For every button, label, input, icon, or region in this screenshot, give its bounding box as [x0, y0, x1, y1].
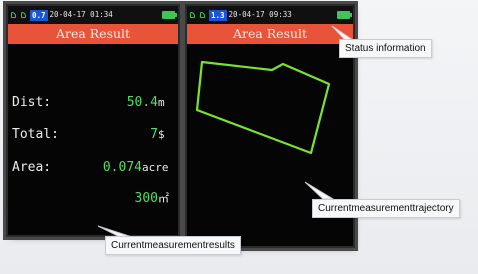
- total-row: Total: 7 $: [8, 126, 178, 144]
- datetime-text: 20-04-17 01:34: [49, 10, 113, 19]
- distance-value: 50.4: [126, 95, 158, 110]
- total-label: Total:: [12, 127, 59, 142]
- area-value: 0.074: [102, 160, 142, 175]
- trajectory-callout: Currentmeasurementtrajectory: [312, 199, 460, 218]
- area-sqm-value: 300: [134, 191, 158, 206]
- results-screen: 0.7 20-04-17 01:34 Area Result Dist: 50.…: [8, 6, 178, 235]
- area-sqm-unit: ㎡: [158, 192, 169, 205]
- area-label: Area:: [12, 160, 52, 175]
- results-callout: Currentmeasurementresults: [105, 236, 241, 255]
- battery-icon: [162, 11, 177, 19]
- screen-title: Area Result: [8, 24, 178, 44]
- distance-label: Dist:: [12, 95, 52, 110]
- total-unit: $: [158, 128, 165, 141]
- satellite-signal-icon: [20, 11, 28, 20]
- satellite-icon: [10, 11, 18, 20]
- status-bar: 0.7 20-04-17 01:34: [8, 6, 178, 24]
- measurement-trajectory-polygon: [195, 60, 331, 155]
- area-sqm-row: 300 ㎡: [8, 190, 178, 208]
- hdop-badge: 0.7: [30, 9, 48, 21]
- distance-unit: m: [158, 96, 165, 109]
- area-unit: acre: [142, 161, 169, 174]
- total-value: 7: [150, 127, 158, 142]
- distance-row: Dist: 50.4 m: [8, 94, 178, 112]
- area-row: Area: 0.074 acre: [8, 159, 178, 177]
- status-information-callout: Status information: [339, 39, 432, 58]
